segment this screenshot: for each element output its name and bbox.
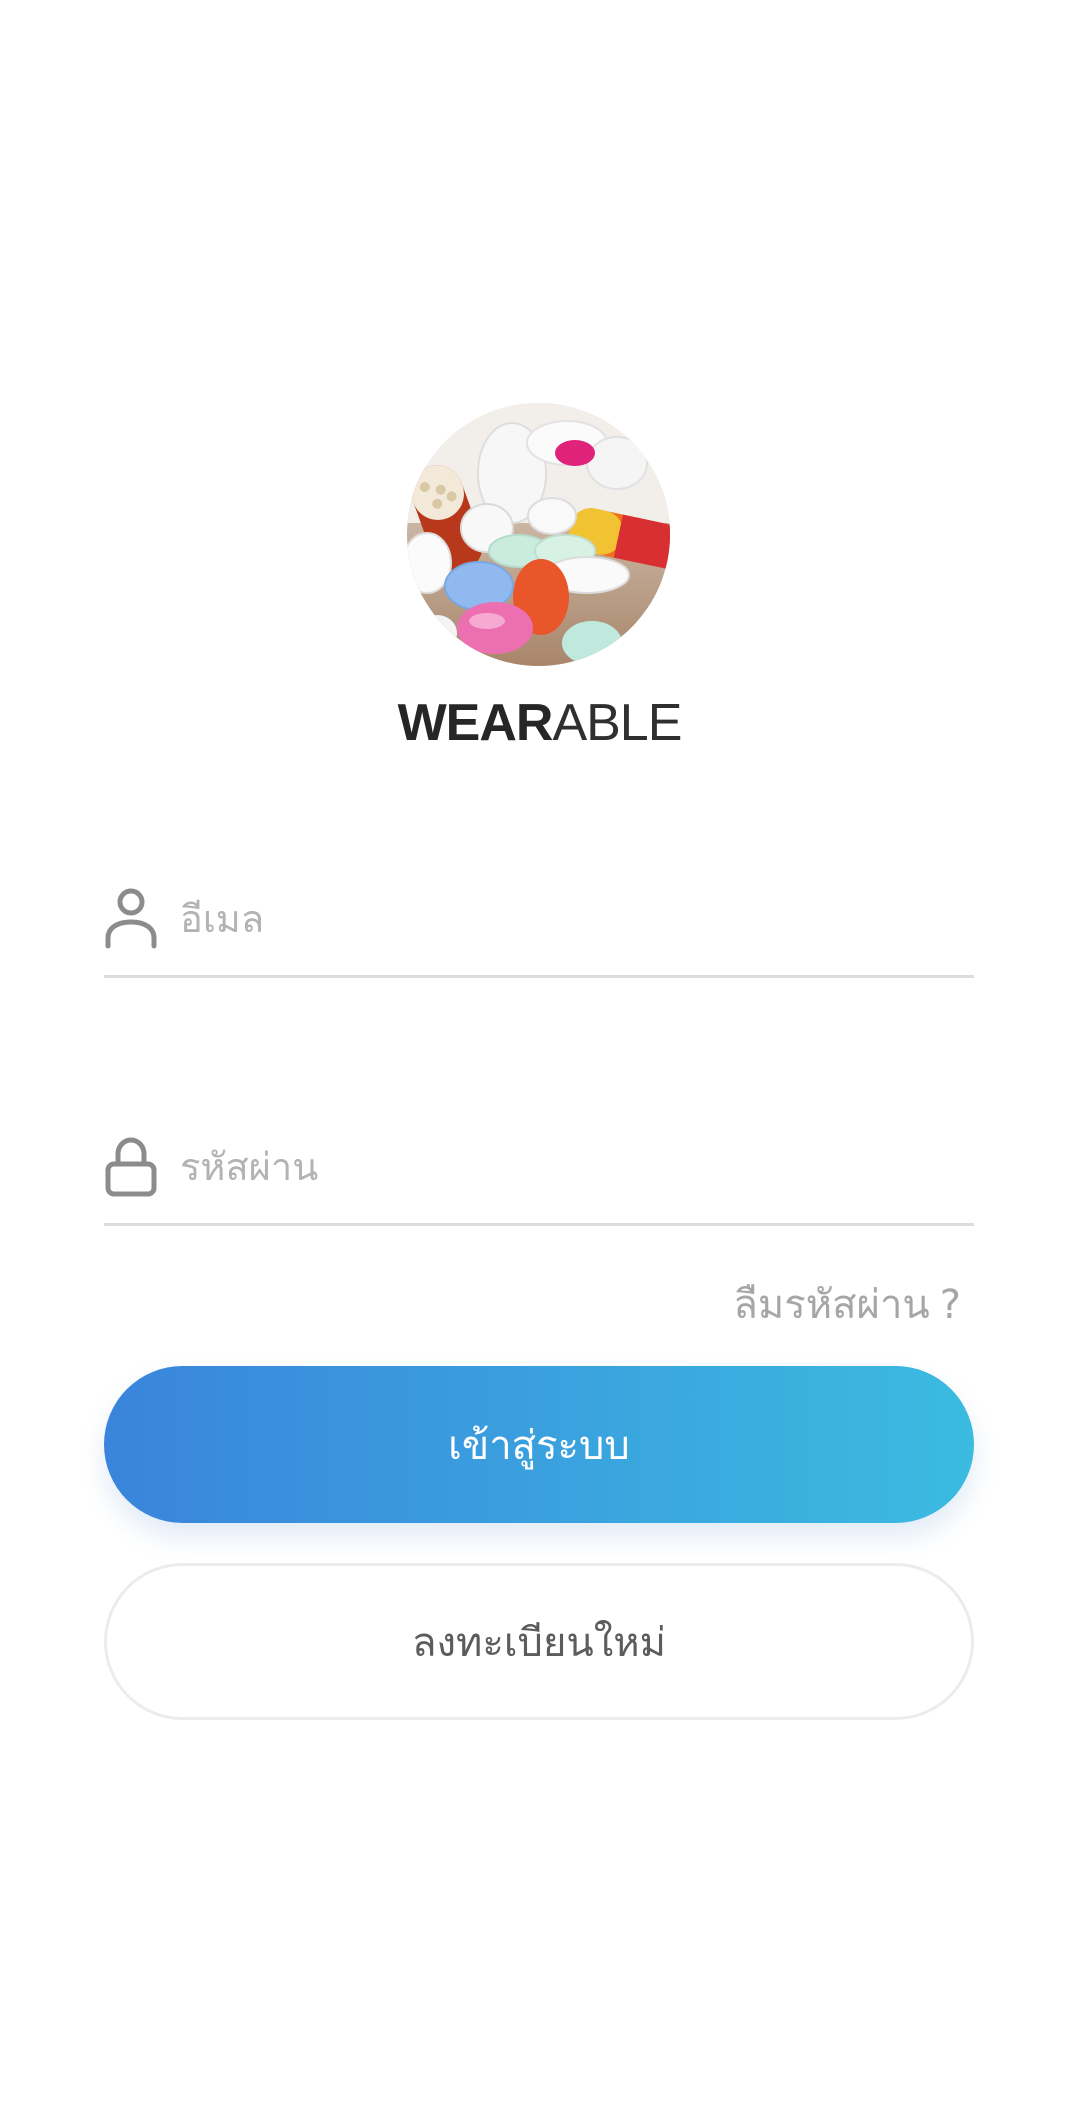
register-button-label: ลงทะเบียนใหม่ bbox=[411, 1619, 666, 1666]
login-button-label: เข้าสู่ระบบ bbox=[448, 1422, 630, 1469]
login-button[interactable]: เข้าสู่ระบบ bbox=[104, 1366, 974, 1523]
brand-wordmark-light: ABLE bbox=[552, 694, 682, 752]
user-icon bbox=[104, 886, 158, 950]
forgot-password-link[interactable]: ลืมรหัสผ่าน? bbox=[733, 1272, 961, 1336]
register-button[interactable]: ลงทะเบียนใหม่ bbox=[104, 1563, 974, 1720]
password-field-row bbox=[104, 1126, 974, 1226]
brand-wordmark-bold: WEAR bbox=[397, 694, 554, 752]
email-field-row bbox=[104, 878, 974, 978]
password-input[interactable] bbox=[180, 1132, 960, 1202]
brand-wordmark: WEARABLE bbox=[0, 690, 1079, 756]
pills-logo-graphic bbox=[407, 403, 670, 666]
forgot-password-question-mark: ? bbox=[939, 1282, 961, 1328]
email-input[interactable] bbox=[180, 884, 960, 954]
lock-icon bbox=[104, 1134, 158, 1198]
forgot-password-label: ลืมรหัสผ่าน bbox=[733, 1282, 930, 1328]
app-logo-image bbox=[407, 403, 670, 666]
